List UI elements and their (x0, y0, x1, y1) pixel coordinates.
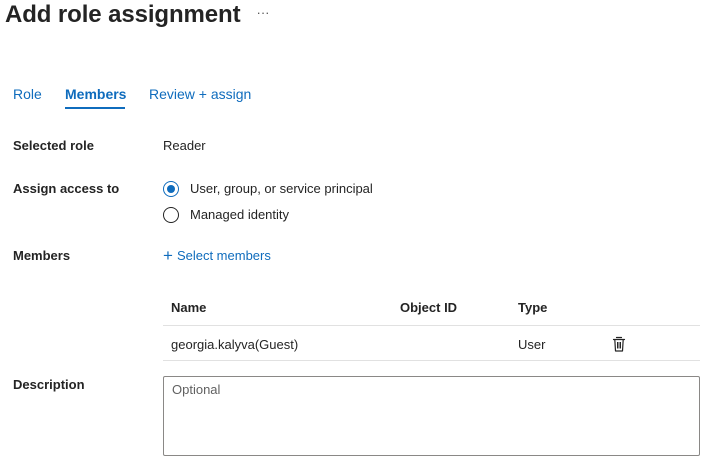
remove-member-button[interactable] (611, 335, 627, 353)
more-horizontal-icon: ··· (256, 5, 270, 20)
column-header-name[interactable]: Name (171, 299, 206, 317)
table-row-divider (163, 360, 700, 361)
table-header-divider (163, 325, 700, 326)
page-title: Add role assignment (5, 1, 241, 28)
radio-label-user-group-service-principal[interactable]: User, group, or service principal (190, 180, 373, 198)
more-options-button[interactable]: ··· (254, 4, 272, 22)
radio-dot-icon (167, 185, 175, 193)
column-header-object-id[interactable]: Object ID (400, 299, 457, 317)
plus-icon: + (163, 246, 173, 265)
radio-checked-icon (163, 181, 179, 197)
active-tab-indicator (65, 107, 125, 109)
radio-user-group-service-principal[interactable] (163, 180, 181, 198)
description-label: Description (13, 377, 85, 392)
members-label: Members (13, 248, 71, 263)
select-members-link[interactable]: + Select members (163, 247, 271, 265)
assign-access-label: Assign access to (13, 181, 120, 196)
column-header-type[interactable]: Type (518, 299, 547, 317)
selected-role-label: Selected role (13, 138, 94, 153)
select-members-text: Select members (176, 248, 271, 263)
add-role-assignment-page: Add role assignment ··· Role Members Rev… (0, 0, 702, 465)
trash-icon (612, 336, 626, 352)
radio-label-managed-identity[interactable]: Managed identity (190, 206, 289, 224)
description-field[interactable] (163, 376, 700, 456)
tab-role[interactable]: Role (13, 85, 42, 103)
radio-unchecked-icon (163, 207, 179, 223)
selected-role-value: Reader (163, 138, 206, 153)
member-type-cell: User (518, 337, 546, 352)
member-name-cell: georgia.kalyva(Guest) (171, 337, 299, 352)
radio-managed-identity[interactable] (163, 206, 181, 224)
tab-review-assign[interactable]: Review + assign (149, 85, 251, 103)
tab-members[interactable]: Members (65, 85, 126, 103)
